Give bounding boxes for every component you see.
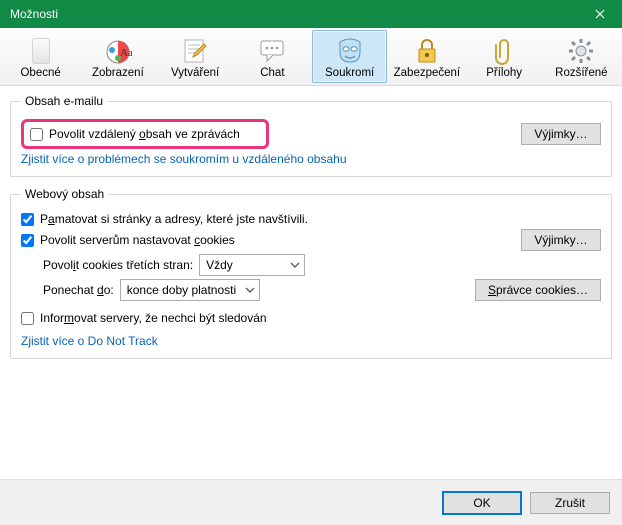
row-dnt: Informovat servery, že nechci být sledov… <box>21 311 601 325</box>
row-third-party-cookies: Povolit cookies třetích stran: Vždy <box>21 254 601 276</box>
tab-display[interactable]: Aa Zobrazení <box>80 30 155 83</box>
tab-label: Rozšířené <box>555 67 607 79</box>
window-title: Možnosti <box>10 7 577 21</box>
checkbox-remember-history-label: Pamatovat si stránky a adresy, které jst… <box>40 212 308 226</box>
tab-compose[interactable]: Vytváření <box>158 30 233 83</box>
category-toolbar: Obecné Aa Zobrazení Vytváření Chat Soukr… <box>0 28 622 86</box>
select-third-party-value: Vždy <box>206 258 233 272</box>
checkbox-remember-history[interactable] <box>21 213 34 226</box>
tab-label: Soukromí <box>325 67 374 79</box>
page-icon <box>27 37 55 65</box>
chevron-down-icon <box>290 260 300 270</box>
ok-button[interactable]: OK <box>442 491 522 515</box>
group-legend: Obsah e-mailu <box>21 94 107 108</box>
link-remote-content-privacy[interactable]: Zjistit více o problémech se soukromím u… <box>21 152 347 166</box>
checkbox-allow-cookies[interactable] <box>21 234 34 247</box>
checkbox-do-not-track[interactable] <box>21 312 34 325</box>
link-do-not-track[interactable]: Zjistit více o Do Not Track <box>21 334 158 348</box>
third-party-cookies-label: Povolit cookies třetích stran: <box>43 258 193 272</box>
checkbox-allow-remote-content-label: Povolit vzdálený obsah ve zprávách <box>49 127 240 141</box>
close-icon <box>595 9 605 19</box>
row-allow-cookies: Povolit serverům nastavovat cookies Výji… <box>21 229 601 251</box>
dialog-footer: OK Zrušit <box>0 479 622 525</box>
row-allow-remote: Povolit vzdálený obsah ve zprávách Výjim… <box>21 119 601 149</box>
checkbox-allow-cookies-label: Povolit serverům nastavovat cookies <box>40 233 235 247</box>
exceptions-button-cookies[interactable]: Výjimky… <box>521 229 601 251</box>
close-button[interactable] <box>577 0 622 28</box>
highlight-box: Povolit vzdálený obsah ve zprávách <box>21 119 269 149</box>
group-legend: Webový obsah <box>21 187 108 201</box>
chevron-down-icon <box>245 285 255 295</box>
select-third-party-cookies[interactable]: Vždy <box>199 254 305 276</box>
content-area: Obsah e-mailu Povolit vzdálený obsah ve … <box>0 86 622 479</box>
row-remember-history: Pamatovat si stránky a adresy, které jst… <box>21 212 601 226</box>
paperclip-icon <box>490 37 518 65</box>
tab-chat[interactable]: Chat <box>235 30 310 83</box>
row-keep-until: Ponechat do: konce doby platnosti Správc… <box>21 279 601 301</box>
lock-icon <box>413 37 441 65</box>
select-keep-until-value: konce doby platnosti <box>127 283 236 297</box>
tab-label: Zabezpečení <box>394 67 461 79</box>
titlebar: Možnosti <box>0 0 622 28</box>
palette-icon: Aa <box>104 37 132 65</box>
tab-label: Přílohy <box>486 67 522 79</box>
tab-general[interactable]: Obecné <box>3 30 78 83</box>
chat-icon <box>258 37 286 65</box>
keep-until-label: Ponechat do: <box>43 283 114 297</box>
checkbox-do-not-track-label: Informovat servery, že nechci být sledov… <box>40 311 267 325</box>
manage-cookies-button[interactable]: Správce cookies… <box>475 279 601 301</box>
group-email-content: Obsah e-mailu Povolit vzdálený obsah ve … <box>10 94 612 177</box>
tab-label: Zobrazení <box>92 67 144 79</box>
tab-label: Vytváření <box>171 67 219 79</box>
svg-text:Aa: Aa <box>120 47 132 59</box>
gear-icon <box>567 37 595 65</box>
tab-label: Obecné <box>20 67 60 79</box>
tab-security[interactable]: Zabezpečení <box>389 30 464 83</box>
exceptions-button-email[interactable]: Výjimky… <box>521 123 601 145</box>
compose-icon <box>181 37 209 65</box>
tab-label: Chat <box>260 67 284 79</box>
tab-advanced[interactable]: Rozšířené <box>544 30 619 83</box>
tab-attachments[interactable]: Přílohy <box>467 30 542 83</box>
cancel-button[interactable]: Zrušit <box>530 492 610 514</box>
checkbox-allow-remote-content[interactable] <box>30 128 43 141</box>
tab-privacy[interactable]: Soukromí <box>312 30 387 83</box>
group-web-content: Webový obsah Pamatovat si stránky a adre… <box>10 187 612 359</box>
mask-icon <box>336 37 364 65</box>
select-keep-until[interactable]: konce doby platnosti <box>120 279 260 301</box>
